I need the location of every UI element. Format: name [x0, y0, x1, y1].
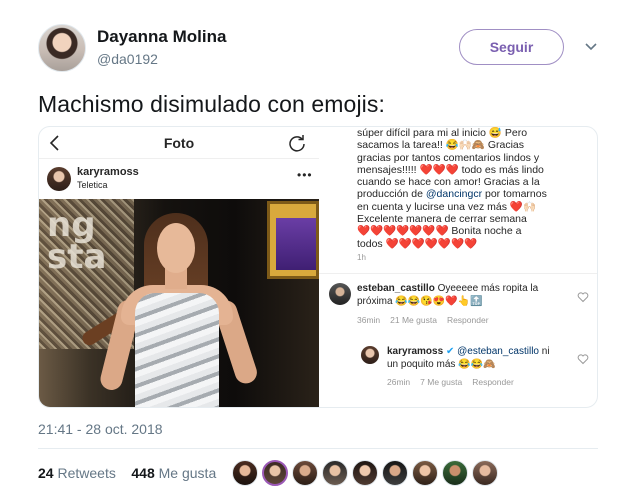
- instagram-photo: ng sta: [39, 199, 319, 407]
- chevron-down-icon[interactable]: [582, 38, 600, 56]
- more-icon: •••: [297, 168, 313, 182]
- avatar[interactable]: [472, 460, 498, 486]
- avatar[interactable]: [412, 460, 438, 486]
- comment-meta: 26min 7 Me gusta Responder: [387, 377, 514, 387]
- caption-time: 1h: [357, 253, 366, 262]
- comment-avatar: [329, 283, 351, 305]
- avatar[interactable]: [382, 460, 408, 486]
- avatar[interactable]: [232, 460, 258, 486]
- avatar[interactable]: [322, 460, 348, 486]
- instagram-title: Foto: [163, 135, 195, 151]
- instagram-avatar: [47, 167, 71, 191]
- instagram-caption: súper difícil para mi al inicio 😅 Pero s…: [357, 127, 547, 250]
- avatar[interactable]: [352, 460, 378, 486]
- likers-avatars: [232, 460, 498, 486]
- tweet-header: Dayanna Molina @da0192 Seguir: [0, 0, 635, 80]
- tweet-timestamp[interactable]: 21:41 - 28 oct. 2018: [38, 421, 163, 437]
- tweet-text: Machismo disimulado con emojis:: [38, 91, 385, 117]
- heart-icon: [577, 354, 589, 365]
- comment-meta: 36min 21 Me gusta Responder: [357, 315, 489, 325]
- avatar[interactable]: [292, 460, 318, 486]
- instagram-post-location: Teletica: [77, 180, 108, 190]
- follow-button[interactable]: Seguir: [459, 29, 564, 65]
- user-handle[interactable]: @da0192: [97, 51, 158, 67]
- instagram-topbar: Foto: [39, 127, 319, 159]
- comment-text: esteban_castillo Oyeeeee más ropita la p…: [357, 283, 539, 307]
- retweets-stat[interactable]: 24 Retweets: [38, 465, 116, 481]
- avatar[interactable]: [38, 24, 86, 72]
- tweet-stats: 24 Retweets 448 Me gusta: [38, 465, 216, 481]
- display-name[interactable]: Dayanna Molina: [97, 27, 226, 47]
- heart-icon: [577, 292, 589, 303]
- tweet-media-image[interactable]: Foto karyramoss Teletica ••• ng sta súper…: [38, 126, 598, 408]
- avatar[interactable]: [262, 460, 288, 486]
- avatar[interactable]: [442, 460, 468, 486]
- comment-avatar: [361, 346, 379, 364]
- likes-stat[interactable]: 448 Me gusta: [131, 465, 216, 481]
- instagram-comments-pane: súper difícil para mi al inicio 😅 Pero s…: [319, 127, 597, 407]
- divider: [38, 448, 598, 449]
- instagram-post-header: karyramoss Teletica •••: [39, 159, 319, 199]
- instagram-post-user: karyramoss: [77, 166, 139, 178]
- divider: [319, 273, 597, 274]
- comment-text: karyramoss ✔ @esteban_castillo ni un poq…: [387, 346, 550, 370]
- refresh-icon: [289, 135, 305, 152]
